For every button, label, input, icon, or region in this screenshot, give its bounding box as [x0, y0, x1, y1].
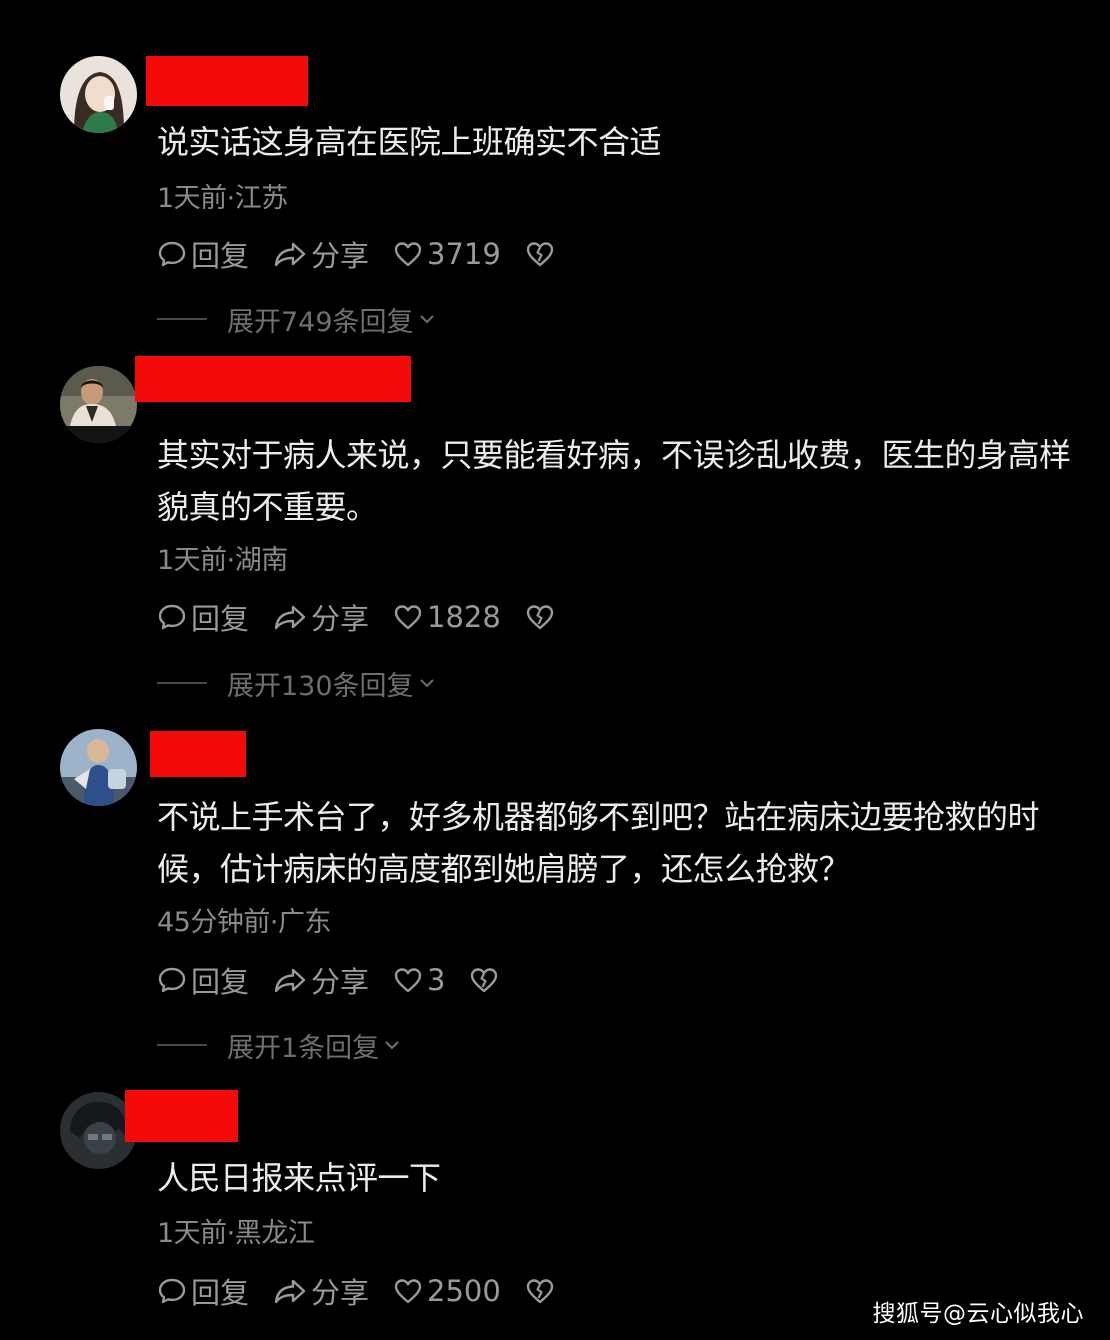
divider-line — [157, 1044, 207, 1046]
redacted-username — [125, 1090, 238, 1142]
comment-text: 人民日报来点评一下 — [157, 1159, 441, 1197]
comment-actions: 回复 分享 1828 — [157, 597, 579, 637]
expand-replies-label: 展开130条回复 — [227, 670, 414, 702]
broken-heart-icon — [526, 1279, 554, 1304]
reply-label: 回复 — [191, 1276, 250, 1310]
comment-meta: 1天前·湖南 — [157, 545, 288, 576]
comment-text: 其实对于病人来说，只要能看好病，不误诊乱收费，医生的身高样貌真的不重要。 — [157, 436, 1071, 526]
share-arrow-icon — [274, 242, 306, 267]
comment-meta: 45分钟前·广东 — [157, 907, 331, 938]
chevron-down-icon — [385, 1041, 399, 1050]
reply-button[interactable]: 回复 — [157, 233, 249, 275]
share-label: 分享 — [311, 1276, 370, 1310]
like-button[interactable]: 1828 — [393, 600, 501, 634]
like-button[interactable]: 2500 — [393, 1274, 501, 1308]
share-label: 分享 — [311, 239, 370, 273]
chevron-down-icon — [419, 315, 434, 324]
reply-button[interactable]: 回复 — [157, 596, 249, 638]
heart-icon — [394, 242, 422, 267]
comment-bubble-icon — [158, 1278, 186, 1304]
comment-meta: 1天前·黑龙江 — [157, 1218, 315, 1249]
comment-bubble-icon — [158, 604, 186, 630]
comment-actions: 回复 分享 2500 — [157, 1271, 579, 1311]
heart-icon — [394, 968, 422, 993]
share-button[interactable]: 分享 — [273, 959, 369, 1001]
avatar[interactable] — [60, 729, 137, 806]
like-count: 1828 — [427, 600, 501, 634]
dislike-button[interactable] — [525, 1276, 555, 1306]
heart-icon — [394, 605, 422, 630]
share-button[interactable]: 分享 — [273, 596, 369, 638]
comment-actions: 回复 分享 3 — [157, 960, 523, 1000]
like-count: 3 — [427, 963, 446, 997]
share-label: 分享 — [311, 602, 370, 636]
redacted-username — [146, 56, 308, 106]
expand-replies-label: 展开749条回复 — [227, 306, 414, 338]
comment-actions: 回复 分享 3719 — [157, 234, 579, 274]
watermark: 搜狐号@云心似我心 — [872, 1301, 1084, 1327]
expand-replies-button[interactable]: 展开130条回复 — [157, 666, 436, 702]
divider-line — [157, 318, 207, 320]
like-count: 3719 — [427, 237, 501, 271]
share-arrow-icon — [274, 605, 306, 630]
dislike-button[interactable] — [525, 602, 555, 632]
share-button[interactable]: 分享 — [273, 233, 369, 275]
avatar[interactable] — [60, 56, 137, 133]
avatar-image — [60, 56, 137, 133]
avatar[interactable] — [60, 366, 137, 443]
like-button[interactable]: 3719 — [393, 237, 501, 271]
comment-bubble-icon — [158, 241, 186, 267]
comment-meta: 1天前·江苏 — [157, 183, 288, 214]
comment-text: 不说上手术台了，好多机器都够不到吧？站在病床边要抢救的时候，估计病床的高度都到她… — [157, 798, 1040, 888]
like-button[interactable]: 3 — [393, 963, 445, 997]
comment-text: 说实话这身高在医院上班确实不合适 — [157, 123, 662, 161]
redacted-username — [135, 356, 411, 402]
divider-line — [157, 682, 207, 684]
chevron-down-icon — [419, 679, 434, 688]
share-label: 分享 — [311, 965, 370, 999]
redacted-username — [150, 731, 246, 777]
share-arrow-icon — [274, 1279, 306, 1304]
share-arrow-icon — [274, 968, 306, 993]
avatar-image — [60, 729, 137, 806]
expand-replies-button[interactable]: 展开1条回复 — [157, 1028, 401, 1064]
dislike-button[interactable] — [469, 965, 499, 995]
dislike-button[interactable] — [525, 239, 555, 269]
reply-label: 回复 — [191, 239, 250, 273]
like-count: 2500 — [427, 1274, 501, 1308]
broken-heart-icon — [526, 605, 554, 630]
expand-replies-label: 展开1条回复 — [227, 1032, 380, 1064]
expand-replies-button[interactable]: 展开749条回复 — [157, 302, 436, 338]
heart-icon — [394, 1279, 422, 1304]
reply-button[interactable]: 回复 — [157, 959, 249, 1001]
broken-heart-icon — [526, 242, 554, 267]
share-button[interactable]: 分享 — [273, 1270, 369, 1312]
comment-bubble-icon — [158, 967, 186, 993]
reply-label: 回复 — [191, 965, 250, 999]
avatar-image — [60, 366, 137, 443]
reply-label: 回复 — [191, 602, 250, 636]
reply-button[interactable]: 回复 — [157, 1270, 249, 1312]
broken-heart-icon — [471, 968, 498, 993]
